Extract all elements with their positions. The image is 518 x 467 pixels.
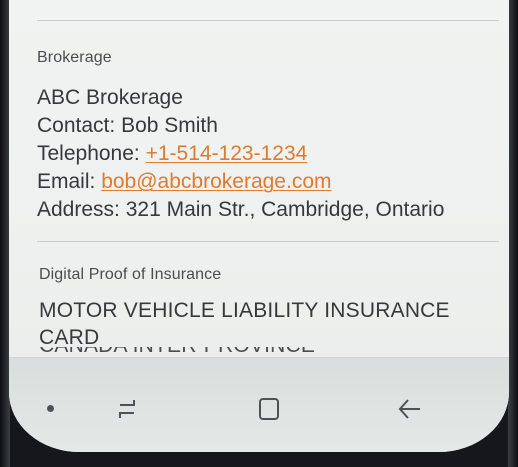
device-edge-right bbox=[508, 0, 518, 467]
email-label: Email: bbox=[37, 170, 96, 193]
back-svg bbox=[398, 399, 420, 419]
telephone-row: Telephone: +1-514-123-1234 bbox=[37, 142, 307, 166]
section-divider bbox=[37, 241, 499, 242]
partial-text-line: CANADA INTER-PROVINCE bbox=[39, 347, 339, 357]
contact-label: Contact: bbox=[37, 114, 116, 137]
telephone-label: Telephone: bbox=[37, 142, 140, 165]
back-icon[interactable] bbox=[395, 396, 425, 422]
navigation-bar bbox=[9, 357, 509, 452]
card-title-line-1: MOTOR VEHICLE LIABILITY INSURANCE bbox=[39, 299, 450, 322]
dot-indicator-icon[interactable] bbox=[47, 405, 54, 412]
recent-apps-icon[interactable] bbox=[112, 396, 142, 422]
brokerage-section-label: Brokerage bbox=[37, 49, 112, 66]
recent-apps-svg bbox=[119, 400, 135, 418]
address-row: Address: 321 Main Str., Cambridge, Ontar… bbox=[37, 198, 444, 222]
phone-screen: Brokerage ABC Brokerage Contact: Bob Smi… bbox=[9, 0, 509, 452]
contact-row: Contact: Bob Smith bbox=[37, 114, 218, 138]
contact-name: Bob Smith bbox=[121, 114, 218, 137]
address-value: 321 Main Str., Cambridge, Ontario bbox=[125, 198, 445, 221]
brokerage-name: ABC Brokerage bbox=[37, 86, 183, 109]
insurance-section-label: Digital Proof of Insurance bbox=[39, 266, 222, 283]
top-divider bbox=[37, 20, 499, 21]
device-frame: Brokerage ABC Brokerage Contact: Bob Smi… bbox=[0, 0, 518, 467]
address-label: Address: bbox=[37, 198, 120, 221]
telephone-link[interactable]: +1-514-123-1234 bbox=[146, 142, 308, 165]
home-svg bbox=[259, 398, 279, 420]
email-row: Email: bob@abcbrokerage.com bbox=[37, 170, 332, 194]
home-icon[interactable] bbox=[254, 396, 284, 422]
email-link[interactable]: bob@abcbrokerage.com bbox=[101, 170, 331, 193]
